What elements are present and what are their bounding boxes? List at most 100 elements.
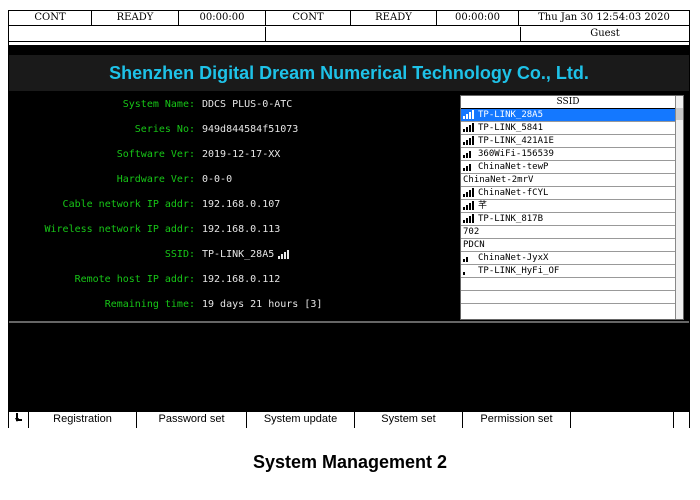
ssid-name: 360WiFi-156539	[478, 149, 554, 159]
function-key-bar: Registration Password set System update …	[9, 411, 689, 428]
system-update-button[interactable]: System update	[247, 412, 355, 428]
status-bar: CONT READY 00:00:00 CONT READY 00:00:00 …	[9, 11, 689, 26]
status-mode-2: CONT	[266, 11, 351, 26]
info-label: Remote host IP addr:	[74, 274, 195, 285]
ssid-name: TP-LINK_817B	[478, 214, 544, 224]
system-set-button[interactable]: System set	[355, 412, 463, 428]
info-value: 192.168.0.113	[202, 224, 281, 235]
ssid-items: TP-LINK_28A5 TP-LINK_5841 TP-LINK_421A1E 36…	[461, 109, 683, 304]
status-state-2: READY	[351, 11, 437, 26]
info-row: Cable network IP addr: 192.168.0.107	[9, 197, 459, 213]
ssid-list-item[interactable]: ChinaNet-fCYL	[461, 187, 675, 200]
ssid-list-item[interactable]: TP-LINK_28A5	[461, 109, 675, 122]
empty-soft-key[interactable]	[674, 412, 689, 428]
wifi-signal-icon	[463, 188, 474, 197]
company-title-bar: Shenzhen Digital Dream Numerical Technol…	[9, 55, 689, 91]
info-row: System Name: DDCS PLUS-0-ATC	[9, 97, 459, 113]
back-arrow-icon	[14, 413, 22, 422]
empty-soft-key[interactable]	[571, 412, 674, 428]
ssid-name: TP-LINK_5841	[478, 123, 544, 133]
ssid-list-item[interactable]: ChinaNet-2mrV	[461, 174, 675, 187]
wifi-signal-icon	[463, 214, 474, 223]
ssid-name: ChinaNet-2mrV	[463, 175, 534, 185]
ssid-value: TP-LINK_28A5	[202, 249, 275, 260]
ssid-name: ChinaNet-tewP	[478, 162, 549, 172]
panel-divider	[9, 321, 689, 323]
registration-button[interactable]: Registration	[29, 412, 137, 428]
info-label: Series No:	[134, 124, 195, 135]
info-label: Remaining time:	[104, 299, 195, 310]
info-row: Series No: 949d844584f51073	[9, 122, 459, 138]
status-mode-1: CONT	[9, 11, 92, 26]
user-bar: Guest	[9, 27, 689, 42]
info-row: Remaining time: 19 days 21 hours [3]	[9, 297, 459, 313]
ssid-list-item[interactable]: PDCN	[461, 239, 675, 252]
info-value: 949d844584f51073	[202, 124, 299, 135]
ssid-list-item[interactable]: 702	[461, 226, 675, 239]
info-row: Software Ver: 2019-12-17-XX	[9, 147, 459, 163]
info-row: SSID: TP-LINK_28A5	[9, 247, 459, 263]
info-value: DDCS PLUS-0-ATC	[202, 99, 293, 110]
ssid-name: 芊	[478, 201, 488, 211]
ssid-empty-row	[461, 278, 675, 291]
ssid-name: TP-LINK_HyFi_OF	[478, 266, 560, 276]
ssid-name: 702	[463, 227, 480, 237]
info-value: 19 days 21 hours [3]	[202, 299, 323, 310]
wifi-signal-icon	[278, 249, 290, 259]
ssid-empty-row	[461, 291, 675, 304]
info-value: 192.168.0.107	[202, 199, 281, 210]
info-row: Remote host IP addr: 192.168.0.112	[9, 272, 459, 288]
ssid-list-item[interactable]: TP-LINK_421A1E	[461, 135, 675, 148]
info-value: 0-0-0	[202, 174, 233, 185]
wifi-signal-icon	[463, 151, 471, 158]
ssid-name: PDCN	[463, 240, 485, 250]
info-label: Wireless network IP addr:	[44, 224, 195, 235]
ssid-list[interactable]: SSID TP-LINK_28A5 TP-LINK_5841 TP-LINK_421…	[460, 95, 684, 320]
ssid-list-item[interactable]: 芊	[461, 200, 675, 213]
ssid-list-item[interactable]: TP-LINK_817B	[461, 213, 675, 226]
ssid-name: ChinaNet-JyxX	[478, 253, 549, 263]
wifi-signal-icon	[463, 257, 468, 262]
datetime: Thu Jan 30 12:54:03 2020	[519, 11, 689, 26]
ssid-list-item[interactable]: TP-LINK_5841	[461, 122, 675, 135]
permission-set-button[interactable]: Permission set	[463, 412, 571, 428]
ssid-list-item[interactable]: ChinaNet-tewP	[461, 161, 675, 174]
user-bar-empty-1	[9, 27, 266, 42]
info-row: Wireless network IP addr: 192.168.0.113	[9, 222, 459, 238]
info-value: TP-LINK_28A5	[202, 247, 290, 263]
info-label: System Name:	[122, 99, 195, 110]
ssid-list-header: SSID	[461, 96, 675, 109]
info-label: Cable network IP addr:	[62, 199, 195, 210]
system-info-panel: Shenzhen Digital Dream Numerical Technol…	[9, 45, 689, 411]
user-bar-empty-2	[266, 27, 521, 42]
company-title: Shenzhen Digital Dream Numerical Technol…	[109, 62, 589, 83]
ssid-list-item[interactable]: ChinaNet-JyxX	[461, 252, 675, 265]
wifi-signal-icon	[463, 110, 474, 119]
scroll-thumb[interactable]	[676, 108, 683, 120]
ssid-scrollbar[interactable]	[675, 96, 683, 319]
back-button[interactable]	[9, 412, 29, 428]
info-value: 2019-12-17-XX	[202, 149, 281, 160]
wifi-signal-icon	[463, 123, 474, 132]
status-state-1: READY	[92, 11, 179, 26]
status-time-2: 00:00:00	[437, 11, 519, 26]
machine-screen: CONT READY 00:00:00 CONT READY 00:00:00 …	[8, 10, 690, 428]
password-set-button[interactable]: Password set	[137, 412, 247, 428]
info-label: Hardware Ver:	[116, 174, 195, 185]
info-row: Hardware Ver: 0-0-0	[9, 172, 459, 188]
ssid-name: TP-LINK_421A1E	[478, 136, 554, 146]
wifi-signal-icon	[463, 272, 465, 275]
ssid-name: TP-LINK_28A5	[478, 110, 544, 120]
info-value: 192.168.0.112	[202, 274, 281, 285]
current-user: Guest	[521, 27, 689, 42]
wifi-signal-icon	[463, 164, 471, 171]
figure-caption: System Management 2	[252, 452, 448, 472]
ssid-list-item[interactable]: TP-LINK_HyFi_OF	[461, 265, 675, 278]
system-info-list: System Name: DDCS PLUS-0-ATC Series No: …	[9, 97, 459, 317]
wifi-signal-icon	[463, 136, 474, 145]
status-time-1: 00:00:00	[179, 11, 266, 26]
ssid-name: ChinaNet-fCYL	[478, 188, 549, 198]
info-label: SSID:	[164, 249, 195, 260]
info-label: Software Ver:	[116, 149, 195, 160]
ssid-list-item[interactable]: 360WiFi-156539	[461, 148, 675, 161]
